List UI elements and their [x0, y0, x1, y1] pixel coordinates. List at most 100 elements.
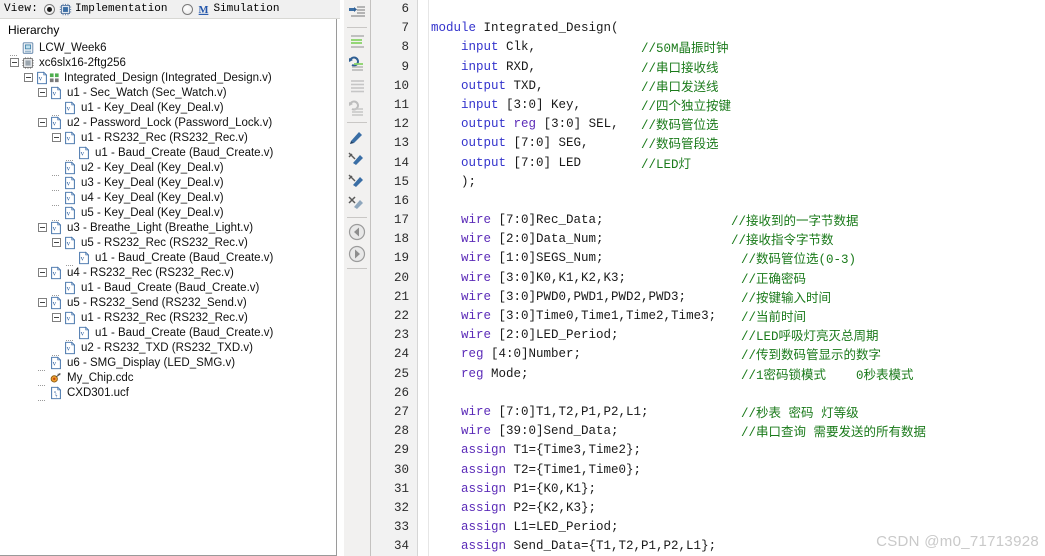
- code-line[interactable]: 7 module Integrated_Design(: [371, 19, 1045, 38]
- code-text: output [7:0] LED: [461, 155, 582, 170]
- toolbar-separator: [347, 27, 367, 28]
- code-line[interactable]: 15 );: [371, 173, 1045, 192]
- code-text: );: [431, 174, 477, 189]
- line-number: 29: [393, 443, 409, 458]
- tree-item[interactable]: v u3 - Key_Deal (Key_Deal.v): [0, 175, 336, 191]
- code-editor[interactable]: 6 7 module Integrated_Design(8 input Clk, /…: [371, 0, 1045, 556]
- tree-item[interactable]: v u1 - RS232_Rec (RS232_Rec.v): [0, 130, 336, 145]
- code-line[interactable]: 11 input [3:0] Key, //四个独立按键: [371, 96, 1045, 115]
- marker-icon[interactable]: [344, 126, 369, 148]
- hierarchy-panel[interactable]: Hierarchy LCW_Week6 xc6slx16-2ftg256 v Inte…: [0, 19, 337, 556]
- tree-collapse-icon[interactable]: [52, 133, 61, 142]
- svg-text:v: v: [81, 149, 85, 157]
- tree-item[interactable]: v u2 - Key_Deal (Key_Deal.v): [0, 160, 336, 176]
- tree-item[interactable]: v u1 - Sec_Watch (Sec_Watch.v): [0, 85, 336, 100]
- code-line[interactable]: 19 wire [1:0]SEGS_Num; //数码管位选(0-3): [371, 249, 1045, 268]
- tree-item[interactable]: v u1 - RS232_Rec (RS232_Rec.v): [0, 310, 336, 325]
- tree-collapse-icon[interactable]: [52, 313, 61, 322]
- tree-collapse-icon[interactable]: [38, 118, 47, 127]
- code-text: module Integrated_Design(: [431, 21, 619, 36]
- tree-item[interactable]: v u1 - Baud_Create (Baud_Create.v): [0, 280, 336, 296]
- tree-item[interactable]: v u1 - Baud_Create (Baud_Create.v): [0, 325, 336, 341]
- code-line[interactable]: 9 input RXD, //串口接收线: [371, 58, 1045, 77]
- code-line[interactable]: 29 assign T1={Time3,Time2};: [371, 441, 1045, 460]
- code-line[interactable]: 24 reg [4:0]Number; //传到数码管显示的数字: [371, 345, 1045, 364]
- verilog-icon: v: [51, 295, 62, 309]
- code-line[interactable]: 13 output [7:0] SEG, //数码管段选: [371, 134, 1045, 153]
- code-line[interactable]: 31 assign P1={K0,K1};: [371, 480, 1045, 499]
- verilog-icon: v: [51, 115, 62, 129]
- tree-collapse-icon[interactable]: [38, 298, 47, 307]
- tree-item[interactable]: v u5 - RS232_Rec (RS232_Rec.v): [0, 235, 336, 250]
- code-line[interactable]: 21 wire [3:0]PWD0,PWD1,PWD2,PWD3; //按键输入时…: [371, 288, 1045, 307]
- tree-item[interactable]: v u5 - RS232_Send (RS232_Send.v): [0, 295, 336, 310]
- line-number: 32: [393, 500, 409, 515]
- code-line[interactable]: 32 assign P2={K2,K3};: [371, 499, 1045, 518]
- tree-item[interactable]: v u5 - Key_Deal (Key_Deal.v): [0, 205, 336, 221]
- report-icon[interactable]: [344, 31, 369, 53]
- svg-text:v: v: [67, 134, 71, 142]
- tree-collapse-icon[interactable]: [38, 223, 47, 232]
- implementation-radio[interactable]: [44, 3, 56, 15]
- line-number: 13: [393, 136, 409, 151]
- code-line[interactable]: 26: [371, 384, 1045, 403]
- design-hierarchy-icon[interactable]: [344, 2, 369, 24]
- verilog-icon: v: [51, 220, 62, 234]
- marker-clear-icon[interactable]: [344, 192, 369, 214]
- tree-item-label: xc6slx16-2ftg256: [39, 56, 126, 69]
- marker-next-icon[interactable]: [344, 170, 369, 192]
- code-line[interactable]: 23 wire [2:0]LED_Period; //LED呼吸灯亮灭总周期: [371, 326, 1045, 345]
- report-plain-icon[interactable]: [344, 75, 369, 97]
- code-line[interactable]: 6: [371, 0, 1045, 19]
- design-hierarchy-tree[interactable]: LCW_Week6 xc6slx16-2ftg256 v Integrated_Des…: [0, 40, 336, 401]
- code-line[interactable]: 8 input Clk, //50M晶振时钟: [371, 38, 1045, 57]
- tree-item[interactable]: My_Chip.cdc: [0, 370, 336, 386]
- line-number: 31: [393, 481, 409, 496]
- back-arrow-icon[interactable]: [344, 221, 369, 243]
- tree-collapse-icon[interactable]: [52, 238, 61, 247]
- code-line[interactable]: 22 wire [3:0]Time0,Time1,Time2,Time3; //当…: [371, 307, 1045, 326]
- code-line[interactable]: 10 output TXD, //串口发送线: [371, 77, 1045, 96]
- code-line[interactable]: 18 wire [2:0]Data_Num; //接收指令字节数: [371, 230, 1045, 249]
- tree-item[interactable]: v u4 - RS232_Rec (RS232_Rec.v): [0, 265, 336, 280]
- view-option-implementation[interactable]: Implementation: [44, 3, 177, 16]
- tree-item[interactable]: v u4 - Key_Deal (Key_Deal.v): [0, 190, 336, 206]
- tree-item[interactable]: xc6slx16-2ftg256: [0, 55, 336, 70]
- forward-arrow-icon[interactable]: [344, 243, 369, 265]
- tree-item-label: u3 - Key_Deal (Key_Deal.v): [81, 176, 224, 189]
- code-line[interactable]: 27 wire [7:0]T1,T2,P1,P2,L1; //秒表 密码 灯等级: [371, 403, 1045, 422]
- code-line[interactable]: 30 assign T2={Time1,Time0};: [371, 461, 1045, 480]
- code-line[interactable]: 14 output [7:0] LED //LED灯: [371, 154, 1045, 173]
- code-line[interactable]: 12 output reg [3:0] SEL, //数码管位选: [371, 115, 1045, 134]
- code-line[interactable]: 28 wire [39:0]Send_Data; //串口查询 需要发送的所有数据: [371, 422, 1045, 441]
- code-text: wire [3:0]PWD0,PWD1,PWD2,PWD3;: [461, 289, 687, 304]
- tree-item[interactable]: v u1 - Baud_Create (Baud_Create.v): [0, 145, 336, 161]
- tree-item[interactable]: v u3 - Breathe_Light (Breathe_Light.v): [0, 220, 336, 235]
- tree-collapse-icon[interactable]: [10, 58, 19, 67]
- verilog-icon: v: [65, 205, 76, 219]
- tree-item[interactable]: v u2 - RS232_TXD (RS232_TXD.v): [0, 340, 336, 356]
- code-line[interactable]: 17 wire [7:0]Rec_Data; //接收到的一字节数据: [371, 211, 1045, 230]
- marker-add-icon[interactable]: [344, 148, 369, 170]
- tree-collapse-icon[interactable]: [24, 73, 33, 82]
- tree-item[interactable]: v u1 - Key_Deal (Key_Deal.v): [0, 100, 336, 116]
- simulation-radio[interactable]: [182, 3, 194, 15]
- tree-collapse-icon[interactable]: [38, 268, 47, 277]
- tree-item[interactable]: v u1 - Baud_Create (Baud_Create.v): [0, 250, 336, 266]
- tree-item-label: u1 - Baud_Create (Baud_Create.v): [95, 251, 274, 264]
- code-line[interactable]: 25 reg Mode; //1密码锁模式 0秒表模式: [371, 365, 1045, 384]
- report-plain-rerun-icon[interactable]: [344, 97, 369, 119]
- tree-item[interactable]: LCW_Week6: [0, 40, 336, 56]
- report-rerun-icon[interactable]: [344, 53, 369, 75]
- tree-item[interactable]: v Integrated_Design (Integrated_Design.v): [0, 70, 336, 85]
- code-line[interactable]: 16: [371, 192, 1045, 211]
- code-lines[interactable]: 6 7 module Integrated_Design(8 input Clk, /…: [371, 0, 1045, 556]
- tree-item[interactable]: u c f CXD301.ucf: [0, 385, 336, 401]
- panel-vertical-toolbar[interactable]: [344, 0, 371, 556]
- code-comment: //当前时间: [741, 309, 807, 325]
- code-line[interactable]: 20 wire [3:0]K0,K1,K2,K3; //正确密码: [371, 269, 1045, 288]
- tree-item[interactable]: v u2 - Password_Lock (Password_Lock.v): [0, 115, 336, 130]
- tree-collapse-icon[interactable]: [38, 88, 47, 97]
- view-option-simulation[interactable]: M Simulation: [182, 3, 289, 16]
- tree-item[interactable]: v u6 - SMG_Display (LED_SMG.v): [0, 355, 336, 371]
